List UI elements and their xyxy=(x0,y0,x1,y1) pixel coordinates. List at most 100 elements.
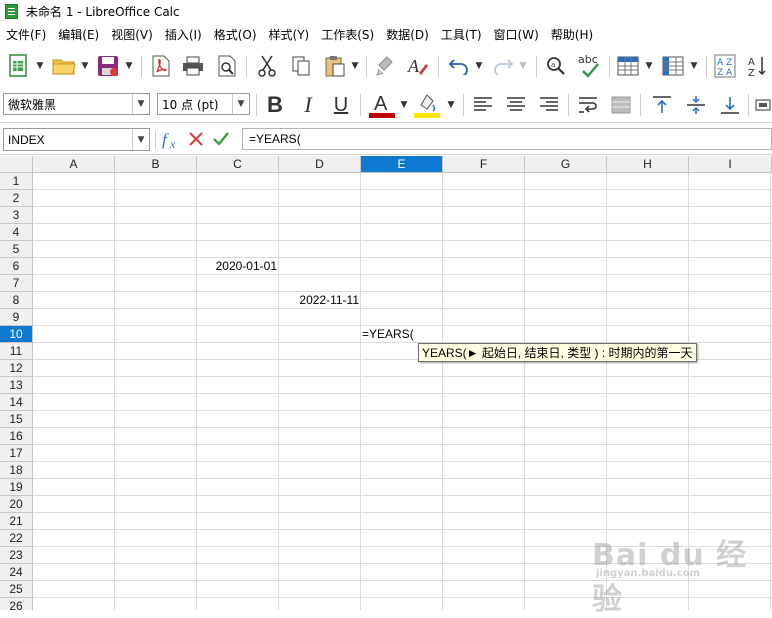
row-header-10[interactable]: 10 xyxy=(0,326,33,343)
row-header-22[interactable]: 22 xyxy=(0,530,33,547)
formula-input[interactable]: =YEARS( xyxy=(242,128,772,150)
menu-file[interactable]: 文件(F) xyxy=(6,26,46,43)
row-header-8[interactable]: 8 xyxy=(0,292,33,309)
menu-data[interactable]: 数据(D) xyxy=(386,26,429,43)
row-header-23[interactable]: 23 xyxy=(0,547,33,564)
row-icon[interactable] xyxy=(615,53,641,79)
row-dropdown-icon[interactable]: ▼ xyxy=(643,53,655,79)
menu-view[interactable]: 视图(V) xyxy=(111,26,153,43)
align-center-icon[interactable] xyxy=(504,92,528,118)
row-header-5[interactable]: 5 xyxy=(0,241,33,258)
column-header-h[interactable]: H xyxy=(607,156,689,173)
new-dropdown-icon[interactable]: ▼ xyxy=(34,53,46,79)
cell-c6[interactable]: 2020-01-01 xyxy=(197,258,277,275)
accept-icon[interactable] xyxy=(210,128,232,150)
column-header-a[interactable]: A xyxy=(33,156,115,173)
row-header-9[interactable]: 9 xyxy=(0,309,33,326)
row-header-18[interactable]: 18 xyxy=(0,462,33,479)
row-header-7[interactable]: 7 xyxy=(0,275,33,292)
row-header-11[interactable]: 11 xyxy=(0,343,33,360)
name-box[interactable]: INDEX ▼ xyxy=(3,128,150,151)
row-header-16[interactable]: 16 xyxy=(0,428,33,445)
undo-icon[interactable] xyxy=(446,53,472,79)
row-header-20[interactable]: 20 xyxy=(0,496,33,513)
font-name-box[interactable]: 微软雅黑 ▼ xyxy=(3,93,150,115)
print-icon[interactable] xyxy=(180,53,206,79)
row-header-26[interactable]: 26 xyxy=(0,598,33,610)
column-header-e[interactable]: E xyxy=(361,156,443,173)
row-header-19[interactable]: 19 xyxy=(0,479,33,496)
align-center-vertically-icon[interactable] xyxy=(684,92,708,118)
row-header-4[interactable]: 4 xyxy=(0,224,33,241)
more-options-icon[interactable] xyxy=(754,92,772,118)
paste-icon[interactable] xyxy=(322,53,348,79)
export-pdf-icon[interactable] xyxy=(148,53,174,79)
clear-formatting-icon[interactable]: A xyxy=(405,53,431,79)
redo-dropdown-icon[interactable]: ▼ xyxy=(517,53,529,79)
chevron-down-icon[interactable]: ▼ xyxy=(132,94,149,114)
open-dropdown-icon[interactable]: ▼ xyxy=(79,53,91,79)
column-header-g[interactable]: G xyxy=(525,156,607,173)
font-size-box[interactable]: 10 点 (pt) ▼ xyxy=(157,93,250,115)
spelling-icon[interactable]: abc xyxy=(576,51,604,81)
chevron-down-icon[interactable]: ▼ xyxy=(232,94,249,114)
menu-edit[interactable]: 编辑(E) xyxy=(58,26,99,43)
menu-insert[interactable]: 插入(I) xyxy=(165,26,202,43)
menu-window[interactable]: 窗口(W) xyxy=(494,26,539,43)
redo-icon[interactable] xyxy=(490,53,516,79)
row-header-2[interactable]: 2 xyxy=(0,190,33,207)
menu-format[interactable]: 格式(O) xyxy=(214,26,257,43)
menu-help[interactable]: 帮助(H) xyxy=(551,26,593,43)
cancel-icon[interactable] xyxy=(186,128,206,150)
column-dropdown-icon[interactable]: ▼ xyxy=(688,53,700,79)
align-left-icon[interactable] xyxy=(471,92,495,118)
align-top-icon[interactable] xyxy=(650,92,674,118)
row-header-24[interactable]: 24 xyxy=(0,564,33,581)
save-dropdown-icon[interactable]: ▼ xyxy=(123,53,135,79)
row-header-13[interactable]: 13 xyxy=(0,377,33,394)
column-header-c[interactable]: C xyxy=(197,156,279,173)
wrap-text-icon[interactable] xyxy=(576,92,600,118)
menu-tools[interactable]: 工具(T) xyxy=(441,26,482,43)
paste-dropdown-icon[interactable]: ▼ xyxy=(349,53,361,79)
function-wizard-icon[interactable]: fx xyxy=(160,128,184,152)
row-header-15[interactable]: 15 xyxy=(0,411,33,428)
row-header-21[interactable]: 21 xyxy=(0,513,33,530)
cell-e10-editing[interactable]: =YEARS( xyxy=(362,326,442,343)
clone-formatting-icon[interactable] xyxy=(372,53,398,79)
print-preview-icon[interactable] xyxy=(214,53,240,79)
highlight-dropdown-icon[interactable]: ▼ xyxy=(445,92,457,118)
menu-sheet[interactable]: 工作表(S) xyxy=(321,26,374,43)
sort-icon[interactable]: AZ xyxy=(746,52,768,80)
font-color-dropdown-icon[interactable]: ▼ xyxy=(398,92,410,118)
row-header-12[interactable]: 12 xyxy=(0,360,33,377)
row-header-14[interactable]: 14 xyxy=(0,394,33,411)
chevron-down-icon[interactable]: ▼ xyxy=(132,129,149,150)
menu-styles[interactable]: 样式(Y) xyxy=(269,26,310,43)
row-header-17[interactable]: 17 xyxy=(0,445,33,462)
align-right-icon[interactable] xyxy=(537,92,561,118)
find-replace-icon[interactable]: a xyxy=(543,53,569,79)
row-header-6[interactable]: 6 xyxy=(0,258,33,275)
align-bottom-icon[interactable] xyxy=(718,92,742,118)
undo-dropdown-icon[interactable]: ▼ xyxy=(473,53,485,79)
column-icon[interactable] xyxy=(660,53,686,79)
row-header-25[interactable]: 25 xyxy=(0,581,33,598)
copy-icon[interactable] xyxy=(288,53,314,79)
column-header-f[interactable]: F xyxy=(443,156,525,173)
column-header-d[interactable]: D xyxy=(279,156,361,173)
row-header-1[interactable]: 1 xyxy=(0,173,33,190)
row-header-3[interactable]: 3 xyxy=(0,207,33,224)
cell-d8[interactable]: 2022-11-11 xyxy=(279,292,359,309)
column-header-b[interactable]: B xyxy=(115,156,197,173)
select-all-corner[interactable] xyxy=(0,156,33,173)
highlight-color-icon[interactable] xyxy=(412,91,442,119)
open-folder-icon[interactable] xyxy=(50,53,78,79)
merge-cells-icon[interactable] xyxy=(609,92,633,118)
font-color-icon[interactable]: A xyxy=(367,91,397,119)
italic-icon[interactable]: I xyxy=(296,92,320,118)
underline-icon[interactable]: U xyxy=(329,92,353,118)
bold-icon[interactable]: B xyxy=(263,92,287,118)
column-header-i[interactable]: I xyxy=(689,156,772,173)
save-icon[interactable] xyxy=(95,53,121,79)
